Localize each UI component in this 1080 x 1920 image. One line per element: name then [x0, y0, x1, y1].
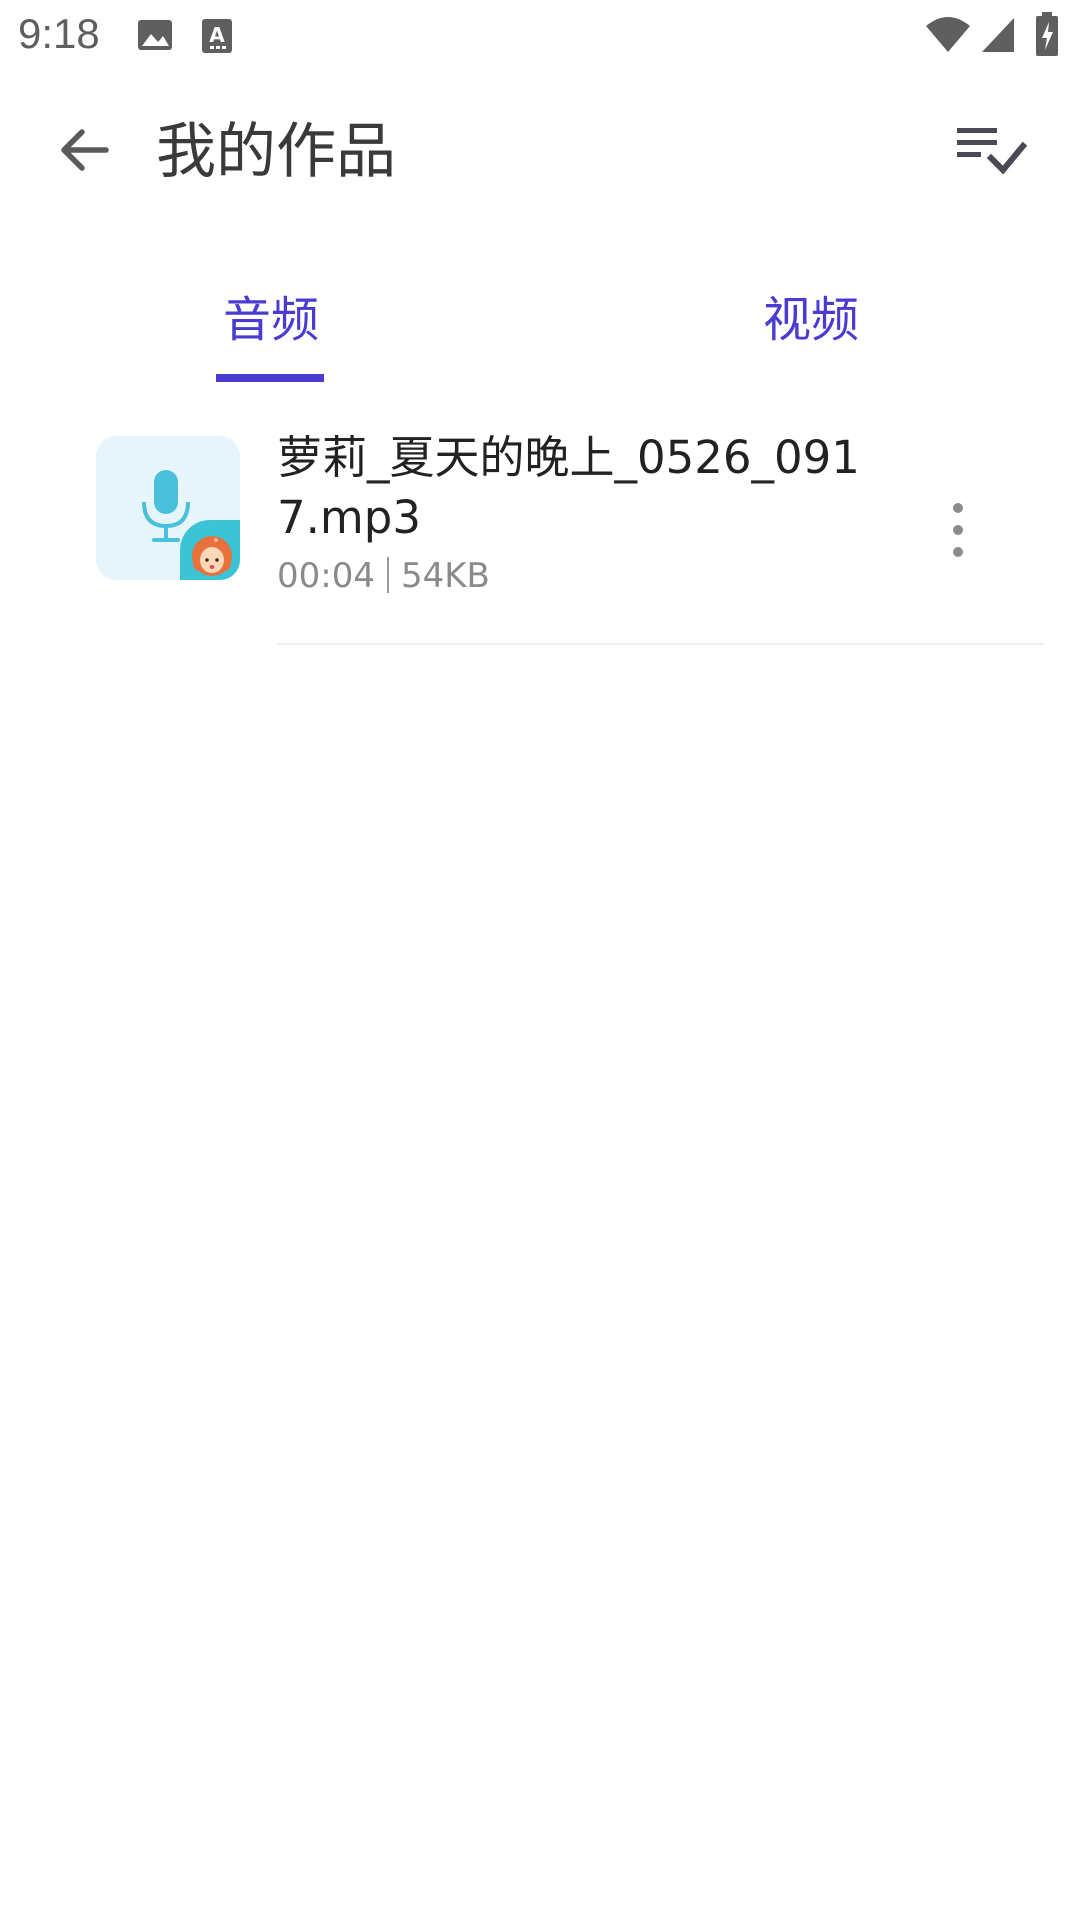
- item-more-button[interactable]: [930, 480, 986, 580]
- list-item[interactable]: 萝莉_夏天的晚上_0526_0917.mp3 00:04 54KB: [0, 410, 1080, 650]
- girl-avatar-icon: [180, 520, 240, 580]
- item-size: 54KB: [400, 556, 490, 596]
- meta-separator: [386, 557, 389, 593]
- audio-thumbnail: [96, 436, 240, 580]
- tab-indicator: [216, 374, 324, 382]
- status-time: 9:18: [18, 10, 100, 57]
- arrow-left-icon: [56, 122, 112, 182]
- more-vertical-icon-dot: [953, 525, 963, 535]
- list-check-icon: [953, 122, 1029, 182]
- svg-text:A: A: [209, 23, 225, 47]
- wifi-icon: [924, 14, 972, 58]
- item-meta: 00:04 54KB: [277, 556, 490, 596]
- works-list: 萝莉_夏天的晚上_0526_0917.mp3 00:04 54KB: [0, 410, 1080, 650]
- back-button[interactable]: [44, 112, 124, 192]
- text-notification-icon: A: [200, 16, 236, 60]
- tab-bar: 音频 视频: [0, 240, 1080, 390]
- item-title: 萝莉_夏天的晚上_0526_0917.mp3: [277, 431, 860, 544]
- select-mode-button[interactable]: [946, 112, 1036, 192]
- tab-video[interactable]: 视频: [680, 240, 940, 390]
- signal-icon: [980, 16, 1016, 58]
- tab-audio[interactable]: 音频: [140, 240, 400, 390]
- battery-charging-icon: [1034, 12, 1060, 60]
- tab-audio-label: 音频: [223, 292, 320, 348]
- item-duration: 00:04: [277, 556, 375, 596]
- status-bar: 9:18 A: [0, 0, 1080, 72]
- more-vertical-icon-dot: [953, 547, 963, 557]
- app-bar: 我的作品: [0, 72, 1080, 240]
- more-vertical-icon: [953, 503, 963, 513]
- page-title: 我的作品: [156, 117, 396, 187]
- screen: 9:18 A 我的作品 音频 视频 萝莉_夏天的晚上_0526_0917.mp3…: [0, 0, 1080, 1920]
- list-divider: [277, 643, 1044, 645]
- tab-video-label: 视频: [763, 292, 860, 348]
- image-icon: [136, 16, 176, 60]
